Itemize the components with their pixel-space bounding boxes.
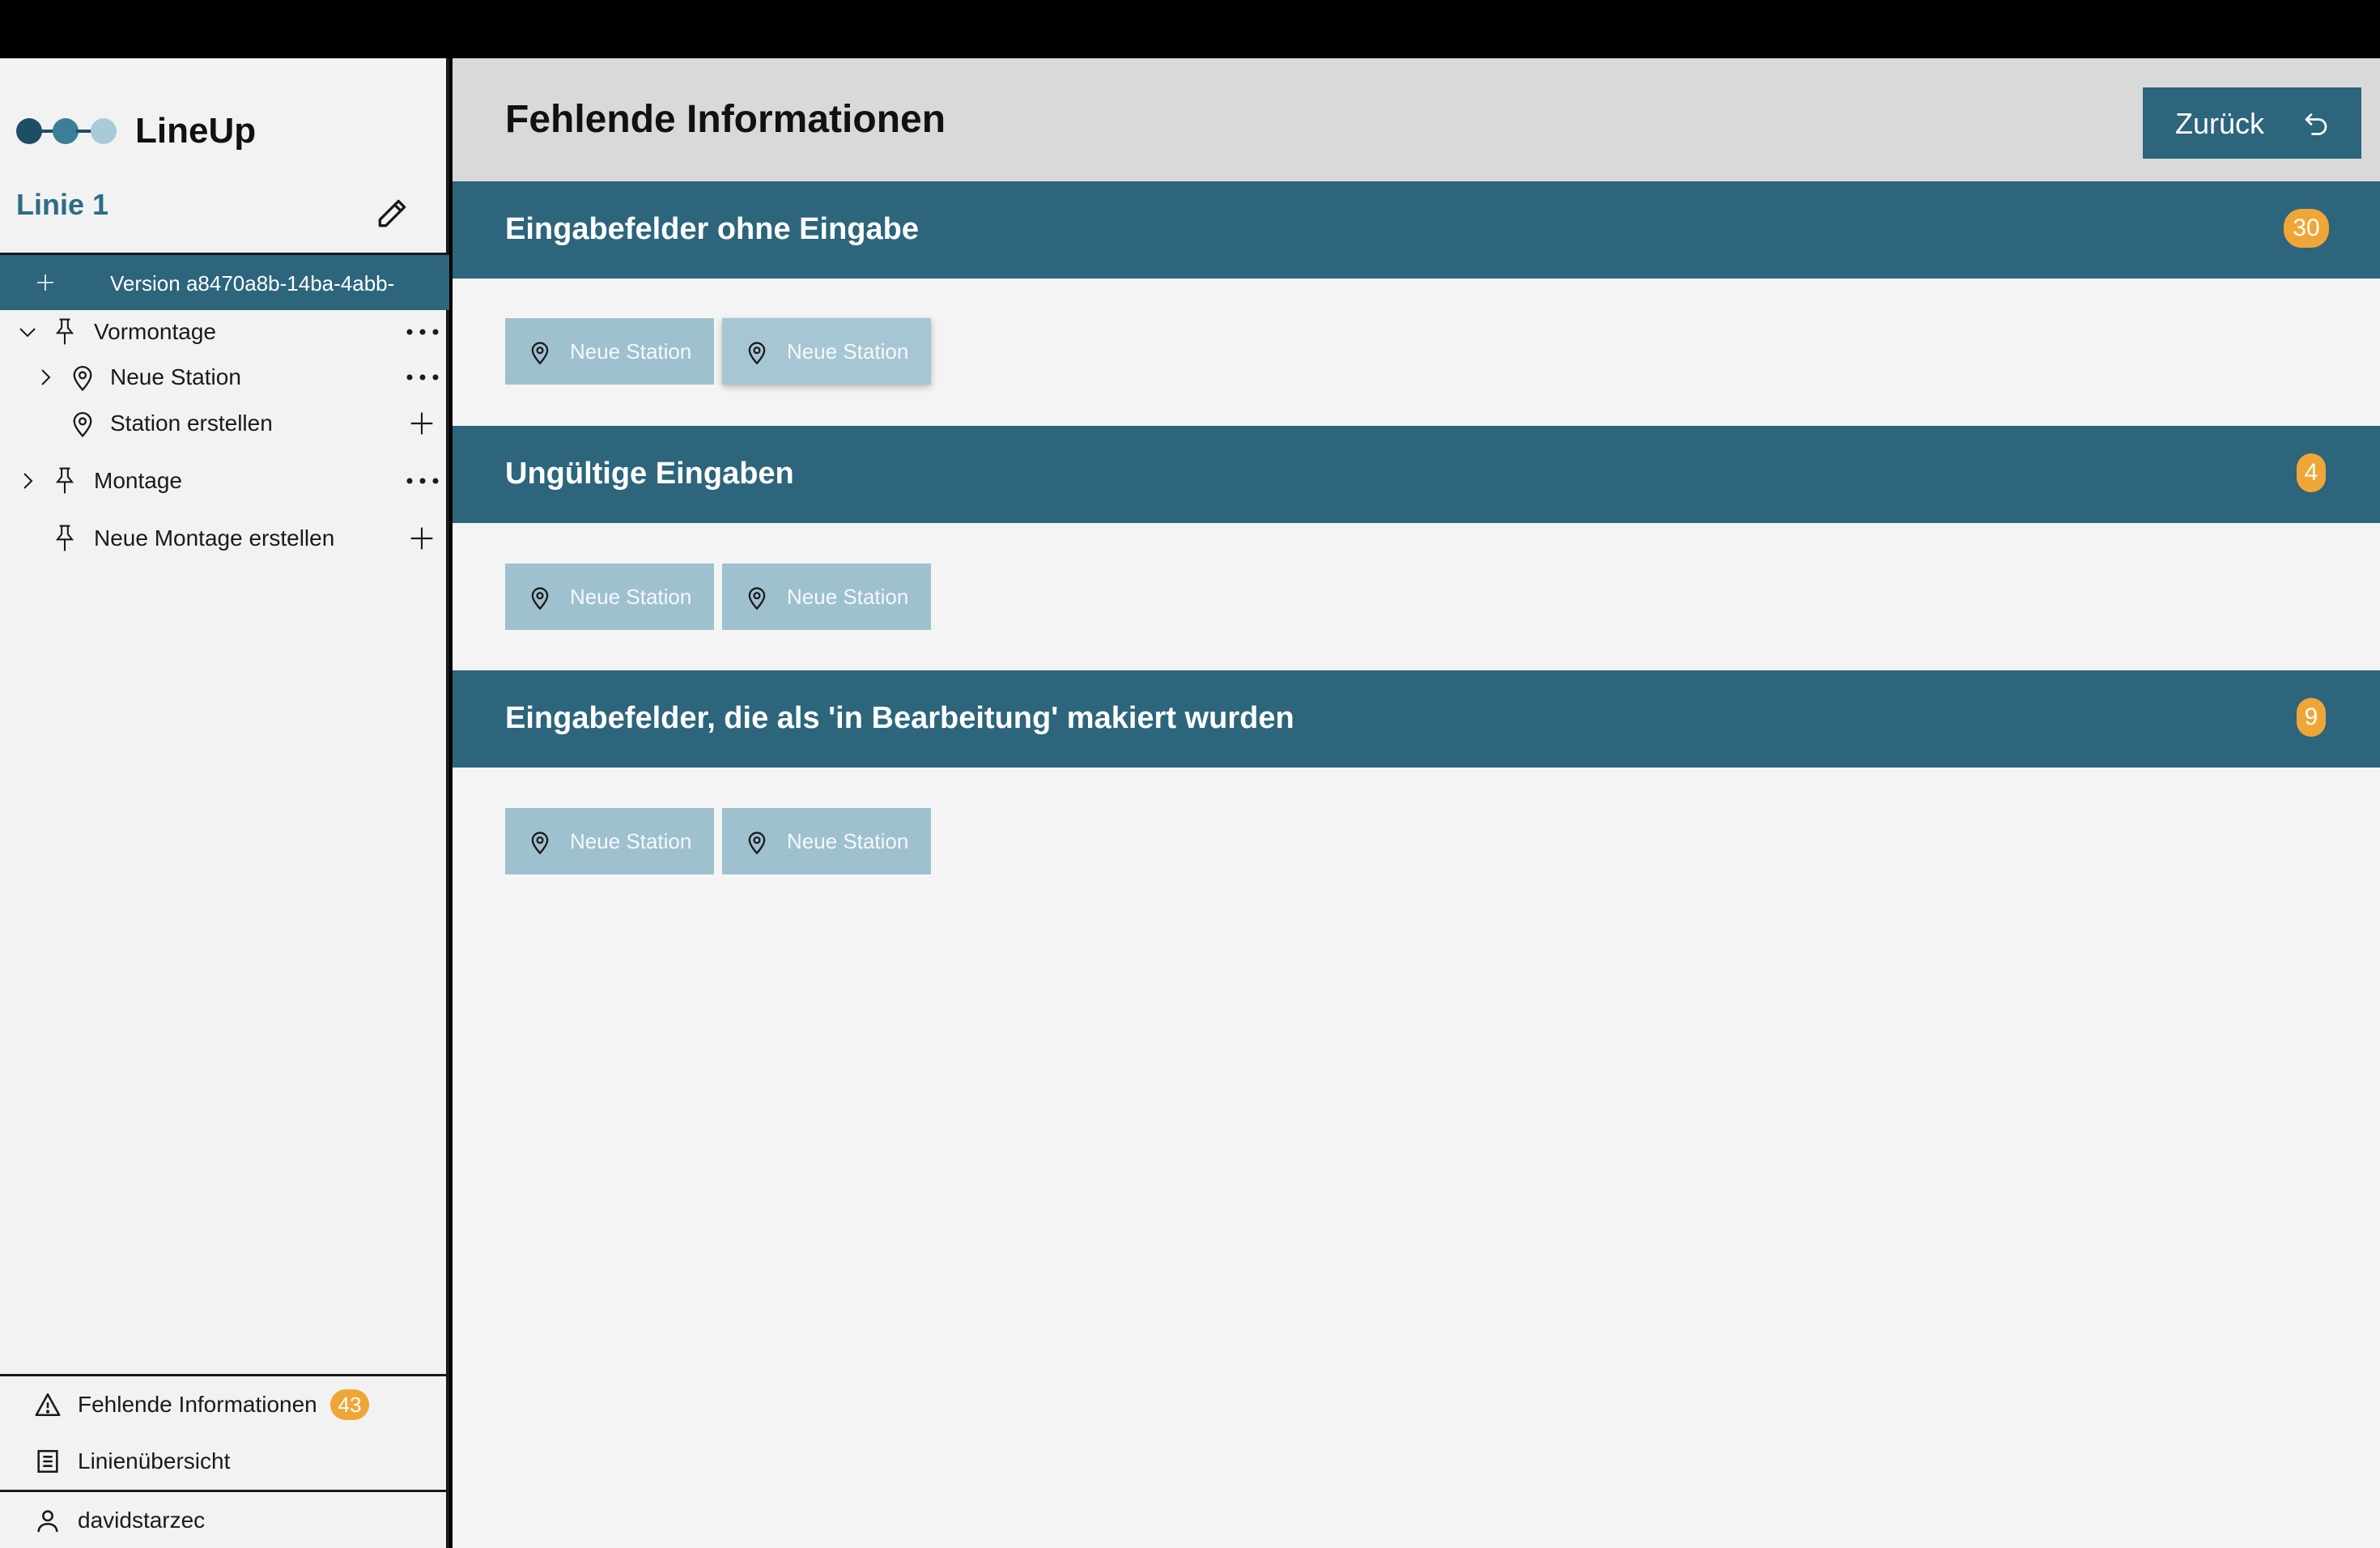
app-name: LineUp <box>135 111 257 151</box>
location-pin-icon <box>748 831 766 855</box>
more-dots-icon[interactable] <box>405 476 440 486</box>
list-document-icon <box>37 1449 58 1474</box>
tree-item-neue-station[interactable]: Neue Station <box>0 355 449 400</box>
tree-item-label: Montage <box>94 468 182 493</box>
section-header-in-progress-fields[interactable]: Eingabefelder, die als 'in Bearbeitung' … <box>453 670 2380 768</box>
chevron-down-icon[interactable] <box>18 322 37 342</box>
station-label: Neue Station <box>570 339 692 364</box>
pushpin-icon <box>55 467 74 494</box>
more-dots-icon[interactable] <box>405 372 440 382</box>
section-count-badge: 9 <box>2297 698 2326 737</box>
divider <box>0 1490 449 1492</box>
tree-item-station-erstellen[interactable]: Station erstellen <box>0 401 449 446</box>
location-pin-icon <box>748 587 766 610</box>
app-logo[interactable]: LineUp <box>16 107 256 155</box>
location-pin-icon <box>531 587 549 610</box>
pencil-icon[interactable] <box>374 196 410 232</box>
nav-label: Linienübersicht <box>78 1448 231 1474</box>
main-content: Fehlende Informationen Zurück Eingabefel… <box>453 58 2380 1548</box>
location-pin-icon <box>748 342 766 365</box>
user-icon <box>37 1510 58 1533</box>
station-label: Neue Station <box>787 339 909 364</box>
location-pin-icon <box>531 831 549 855</box>
pushpin-icon <box>55 525 74 551</box>
station-button[interactable]: Neue Station <box>722 563 931 630</box>
tree-item-montage[interactable]: Montage <box>0 458 449 504</box>
page-title: Fehlende Informationen <box>505 98 946 141</box>
chevron-right-icon[interactable] <box>18 471 37 491</box>
section-title: Ungültige Eingaben <box>505 457 794 491</box>
plus-icon[interactable] <box>409 525 435 551</box>
nav-missing-information[interactable]: Fehlende Informationen 43 <box>0 1380 449 1429</box>
version-label: Version a8470a8b-14ba-4abb- <box>110 271 395 296</box>
divider <box>0 1374 449 1376</box>
back-button[interactable]: Zurück <box>2143 87 2361 159</box>
nav-line-overview[interactable]: Linienübersicht <box>0 1437 449 1486</box>
station-button[interactable]: Neue Station <box>722 318 931 385</box>
section-header-empty-fields[interactable]: Eingabefelder ohne Eingabe 30 <box>453 181 2380 279</box>
more-dots-icon[interactable] <box>405 327 440 337</box>
station-button[interactable]: Neue Station <box>505 318 714 385</box>
tree-item-label: Neue Montage erstellen <box>94 525 335 551</box>
section-title: Eingabefelder ohne Eingabe <box>505 212 919 246</box>
line-title: Linie 1 <box>16 188 109 221</box>
station-button[interactable]: Neue Station <box>722 808 931 874</box>
version-selector[interactable]: Version a8470a8b-14ba-4abb- <box>0 255 449 310</box>
station-label: Neue Station <box>787 829 909 853</box>
lineup-logo-icon <box>16 115 117 147</box>
user-name: davidstarzec <box>78 1508 206 1533</box>
sidebar: LineUp Linie 1 Version a8470a8b-14ba-4ab… <box>0 58 449 1548</box>
section-title: Eingabefelder, die als 'in Bearbeitung' … <box>505 701 1294 735</box>
tree-item-label: Station erstellen <box>110 410 273 436</box>
station-label: Neue Station <box>570 585 692 609</box>
chevron-right-icon[interactable] <box>36 368 55 387</box>
location-pin-icon <box>531 342 549 365</box>
back-button-label: Zurück <box>2175 107 2265 140</box>
window-top-bar <box>0 0 2380 58</box>
tree-item-vormontage[interactable]: Vormontage <box>0 309 449 355</box>
plus-icon[interactable] <box>409 410 435 436</box>
missing-info-count-badge: 43 <box>330 1389 369 1420</box>
station-label: Neue Station <box>787 585 909 609</box>
tree-item-neue-montage-erstellen[interactable]: Neue Montage erstellen <box>0 516 449 561</box>
warning-icon <box>35 1393 61 1417</box>
section-header-invalid-inputs[interactable]: Ungültige Eingaben 4 <box>453 426 2380 523</box>
section-count-badge: 30 <box>2284 209 2329 248</box>
location-pin-icon <box>73 366 92 392</box>
station-button[interactable]: Neue Station <box>505 808 714 874</box>
plus-icon[interactable] <box>36 273 55 292</box>
tree-item-label: Vormontage <box>94 319 216 344</box>
station-button[interactable]: Neue Station <box>505 563 714 630</box>
location-pin-icon <box>73 412 92 438</box>
section-count-badge: 4 <box>2297 453 2326 492</box>
pushpin-icon <box>55 318 74 345</box>
nav-label: Fehlende Informationen <box>78 1392 317 1417</box>
tree-item-label: Neue Station <box>110 364 241 389</box>
station-label: Neue Station <box>570 829 692 853</box>
page-header: Fehlende Informationen Zurück <box>453 58 2380 181</box>
user-profile[interactable]: davidstarzec <box>0 1496 449 1545</box>
undo-arrow-icon <box>2305 113 2327 135</box>
